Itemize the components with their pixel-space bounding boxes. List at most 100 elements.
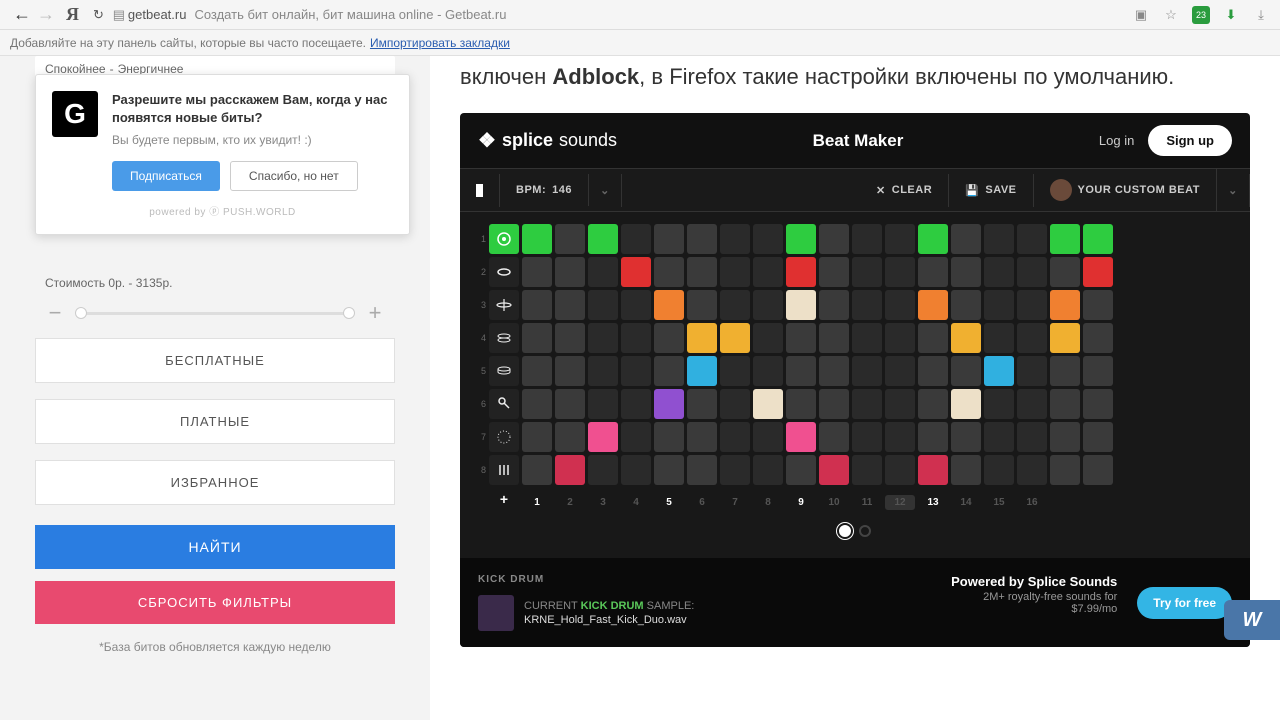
subscribe-button[interactable]: Подписаться [112,161,220,191]
beat-cell[interactable] [1083,257,1113,287]
track-target-icon[interactable] [489,224,519,254]
step-number[interactable]: 8 [753,497,783,508]
beat-cell[interactable] [852,356,882,386]
beat-cell[interactable] [819,455,849,485]
beat-cell[interactable] [687,224,717,254]
beat-cell[interactable] [720,290,750,320]
beat-cell[interactable] [1050,422,1080,452]
beat-cell[interactable] [918,323,948,353]
beat-cell[interactable] [984,290,1014,320]
beat-cell[interactable] [852,323,882,353]
track-snare-icon[interactable] [489,356,519,386]
vk-share-button[interactable]: W [1224,600,1280,640]
filter-free-button[interactable]: БЕСПЛАТНЫЕ [35,338,395,383]
beat-cell[interactable] [918,422,948,452]
beat-cell[interactable] [753,323,783,353]
filter-favorite-button[interactable]: ИЗБРАННОЕ [35,460,395,505]
site-info-icon[interactable]: ▤ [110,6,128,24]
step-number[interactable]: 9 [786,497,816,508]
step-number[interactable]: 2 [555,497,585,508]
beat-cell[interactable] [522,389,552,419]
beat-cell[interactable] [720,422,750,452]
import-bookmarks-link[interactable]: Импортировать закладки [370,36,510,50]
beat-cell[interactable] [951,422,981,452]
beat-cell[interactable] [852,290,882,320]
beat-cell[interactable] [1017,422,1047,452]
beat-cell[interactable] [1050,323,1080,353]
beat-cell[interactable] [984,455,1014,485]
beat-cell[interactable] [753,455,783,485]
beat-cell[interactable] [555,455,585,485]
beat-cell[interactable] [654,389,684,419]
beat-cell[interactable] [588,356,618,386]
beat-cell[interactable] [654,356,684,386]
beat-cell[interactable] [786,323,816,353]
beat-cell[interactable] [588,290,618,320]
beat-cell[interactable] [687,257,717,287]
beat-cell[interactable] [786,290,816,320]
beat-cell[interactable] [951,290,981,320]
beat-cell[interactable] [621,290,651,320]
beat-cell[interactable] [819,356,849,386]
beat-cell[interactable] [984,422,1014,452]
reset-filters-button[interactable]: СБРОСИТЬ ФИЛЬТРЫ [35,581,395,624]
beat-cell[interactable] [522,257,552,287]
beat-cell[interactable] [588,422,618,452]
back-button[interactable]: ← [10,4,34,25]
beat-cell[interactable] [588,323,618,353]
beat-cell[interactable] [687,290,717,320]
step-number[interactable]: 6 [687,497,717,508]
step-number[interactable]: 12 [885,495,915,510]
beat-cell[interactable] [1083,422,1113,452]
beat-cell[interactable] [621,389,651,419]
beat-cell[interactable] [621,422,651,452]
beat-cell[interactable] [885,422,915,452]
beat-cell[interactable] [984,257,1014,287]
beat-cell[interactable] [1017,323,1047,353]
beat-cell[interactable] [951,224,981,254]
beat-cell[interactable] [522,290,552,320]
beat-cell[interactable] [951,356,981,386]
beat-cell[interactable] [753,356,783,386]
signup-button[interactable]: Sign up [1148,125,1232,156]
step-number[interactable]: 15 [984,497,1014,508]
decline-button[interactable]: Спасибо, но нет [230,161,358,191]
track-sparkle-icon[interactable] [489,422,519,452]
beat-cell[interactable] [621,323,651,353]
beat-cell[interactable] [786,389,816,419]
beat-cell[interactable] [720,224,750,254]
beat-cell[interactable] [852,257,882,287]
beat-cell[interactable] [786,224,816,254]
login-link[interactable]: Log in [1099,133,1134,148]
beat-cell[interactable] [1050,389,1080,419]
beat-cell[interactable] [786,455,816,485]
beat-cell[interactable] [654,257,684,287]
extension-badge[interactable]: 23 [1192,6,1210,24]
beat-cell[interactable] [720,257,750,287]
downloads-icon[interactable]: ⤓ [1252,6,1270,24]
beat-cell[interactable] [918,290,948,320]
beat-cell[interactable] [555,356,585,386]
beat-cell[interactable] [687,389,717,419]
beat-cell[interactable] [654,224,684,254]
beat-cell[interactable] [918,455,948,485]
beat-cell[interactable] [1017,290,1047,320]
step-number[interactable]: 16 [1017,497,1047,508]
page-dot[interactable] [839,525,851,537]
beat-cell[interactable] [1017,257,1047,287]
beat-cell[interactable] [918,224,948,254]
find-button[interactable]: НАЙТИ [35,525,395,569]
beat-cell[interactable] [852,455,882,485]
beat-cell[interactable] [720,455,750,485]
track-drum-icon[interactable] [489,257,519,287]
beat-cell[interactable] [654,455,684,485]
beat-cell[interactable] [984,323,1014,353]
beat-name-selector[interactable]: YOUR CUSTOM BEAT [1034,169,1218,211]
page-dot[interactable] [859,525,871,537]
beat-cell[interactable] [951,455,981,485]
beat-cell[interactable] [951,389,981,419]
beat-cell[interactable] [753,389,783,419]
beat-cell[interactable] [1083,290,1113,320]
try-free-button[interactable]: Try for free [1137,587,1232,619]
beat-cell[interactable] [588,389,618,419]
